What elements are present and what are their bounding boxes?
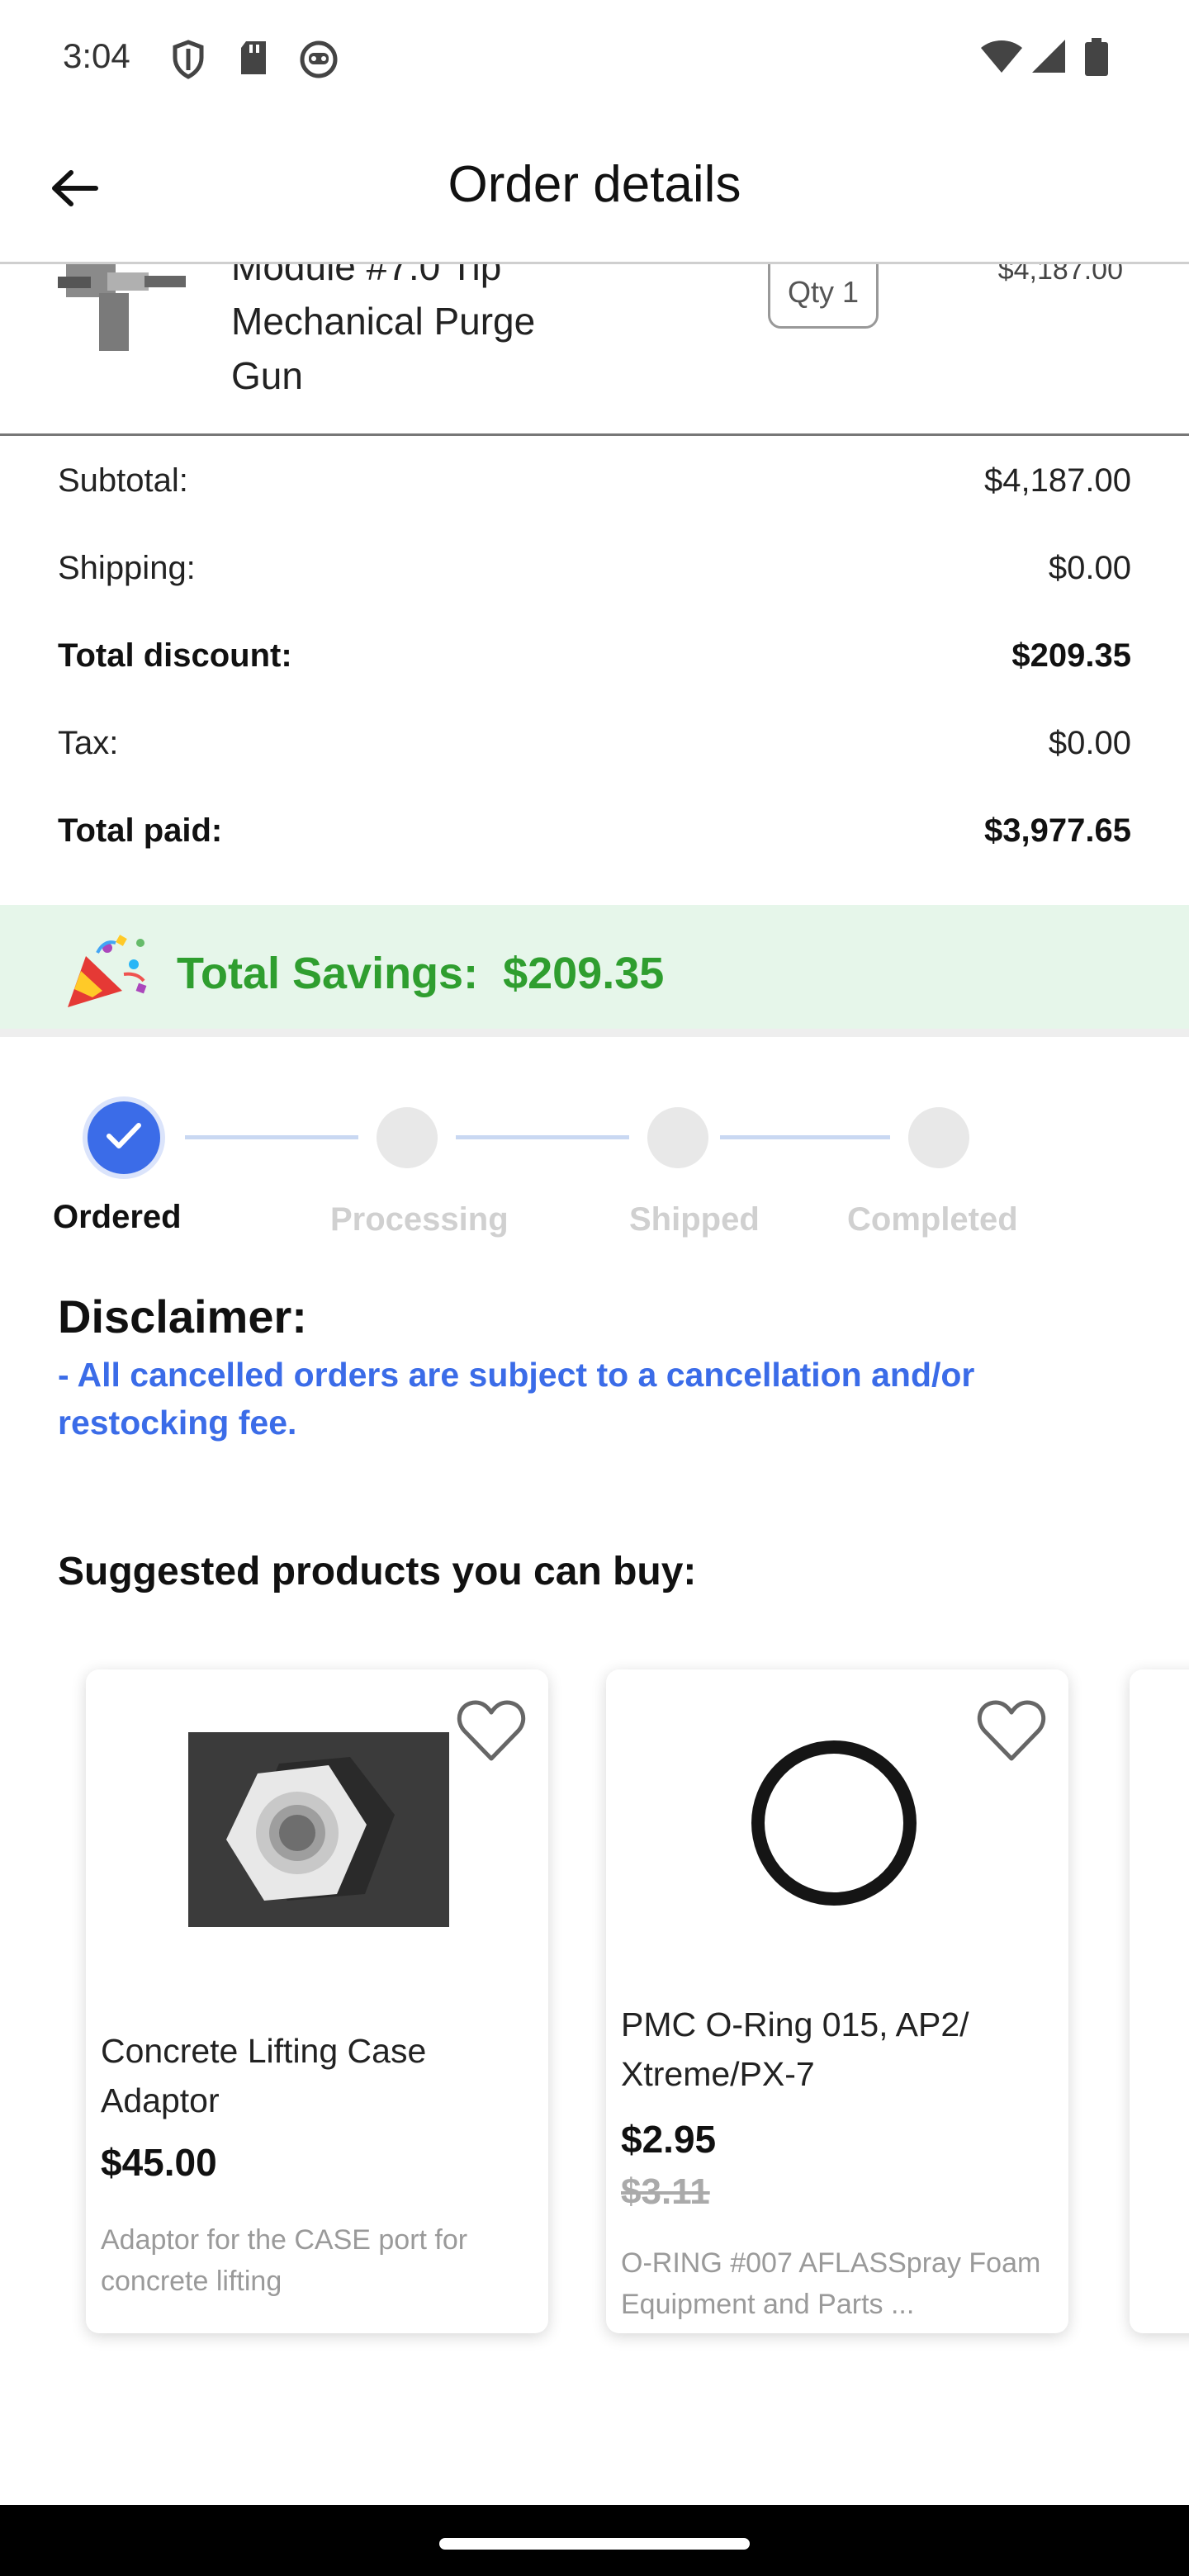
step-label-completed: Completed [847, 1201, 1018, 1238]
product-card[interactable]: PMC O-Ring 015, AP2/ Xtreme/PX-7 $2.95 $… [606, 1669, 1068, 2333]
heart-icon[interactable] [456, 1698, 527, 1764]
step-label-ordered: Ordered [53, 1199, 182, 1235]
product-old-price: $3.11 [621, 2171, 710, 2212]
product-price: $45.00 [101, 2141, 217, 2184]
quantity-box: Qty 1 [768, 264, 879, 329]
subtotal-label: Subtotal: [58, 462, 188, 499]
sd-card-icon [238, 40, 269, 80]
subtotal-value: $4,187.00 [984, 462, 1131, 499]
step-processing-dot [377, 1107, 438, 1168]
step-label-shipped: Shipped [629, 1201, 760, 1238]
product-description: Adaptor for the CASE port for concrete l… [101, 2224, 468, 2297]
tax-label: Tax: [58, 725, 119, 761]
checkmark-icon [106, 1121, 142, 1155]
step-connector [720, 1135, 890, 1139]
battery-icon [1085, 38, 1108, 80]
total-paid-row: Total paid: $3,977.65 [58, 812, 1131, 862]
tax-value: $0.00 [1048, 725, 1131, 761]
discount-value: $209.35 [1011, 637, 1131, 674]
subtotal-row: Subtotal: $4,187.00 [58, 462, 1131, 512]
product-name: PMC O-Ring 015, AP2/ Xtreme/PX-7 [621, 2005, 969, 2093]
status-bar: 3:04 [0, 0, 1189, 116]
product-thumbnail [50, 264, 198, 355]
product-name: Concrete Lifting Case Adaptor [101, 2032, 427, 2119]
step-ordered-dot [88, 1101, 160, 1174]
signal-icon [1030, 38, 1067, 78]
status-time: 3:04 [63, 36, 130, 75]
savings-label: Total Savings: [177, 949, 479, 998]
product-image [188, 1732, 449, 1927]
shipping-label: Shipping: [58, 550, 196, 586]
app-bar: Order details [0, 116, 1189, 264]
order-item-price: $4,187.00 [997, 264, 1123, 286]
step-completed-dot [908, 1107, 969, 1168]
disclaimer-text: - All cancelled orders are subject to a … [58, 1356, 975, 1442]
disclaimer-title: Disclaimer: [58, 1290, 307, 1342]
savings-banner: Total Savings: $209.35 [0, 905, 1189, 1037]
product-image [746, 1735, 921, 1911]
product-card[interactable]: Concrete Lifting Case Adaptor $45.00 Ada… [86, 1669, 548, 2333]
step-shipped-dot [647, 1107, 708, 1168]
product-price: $2.95 [621, 2118, 717, 2161]
party-popper-icon [58, 931, 157, 1014]
step-connector [185, 1135, 358, 1139]
order-item-row[interactable]: Module #7.0 Tip Mechanical Purge Gun Qty… [0, 264, 1189, 436]
discount-label: Total discount: [58, 637, 292, 674]
product-description: O-RING #007 AFLASSpray Foam Equipment an… [621, 2247, 1041, 2320]
face-icon [299, 40, 339, 83]
order-item-name: Module #7.0 Tip Mechanical Purge Gun [231, 264, 536, 397]
shield-icon [172, 40, 205, 83]
shipping-row: Shipping: $0.00 [58, 550, 1131, 599]
savings-value: $209.35 [503, 949, 665, 998]
total-paid-value: $3,977.65 [984, 812, 1131, 849]
page-title: Order details [448, 156, 741, 213]
discount-row: Total discount: $209.35 [58, 637, 1131, 687]
navigation-bar [0, 2505, 1189, 2576]
product-card-peek[interactable] [1130, 1669, 1189, 2333]
total-paid-label: Total paid: [58, 812, 223, 849]
shipping-value: $0.00 [1048, 550, 1131, 586]
home-handle[interactable] [439, 2538, 750, 2550]
tax-row: Tax: $0.00 [58, 725, 1131, 774]
step-connector [456, 1135, 629, 1139]
heart-icon[interactable] [976, 1698, 1047, 1764]
savings-text: Total Savings: $209.35 [177, 948, 664, 999]
wifi-icon [979, 38, 1024, 78]
step-label-processing: Processing [330, 1201, 509, 1238]
suggested-title: Suggested products you can buy: [58, 1550, 697, 1593]
